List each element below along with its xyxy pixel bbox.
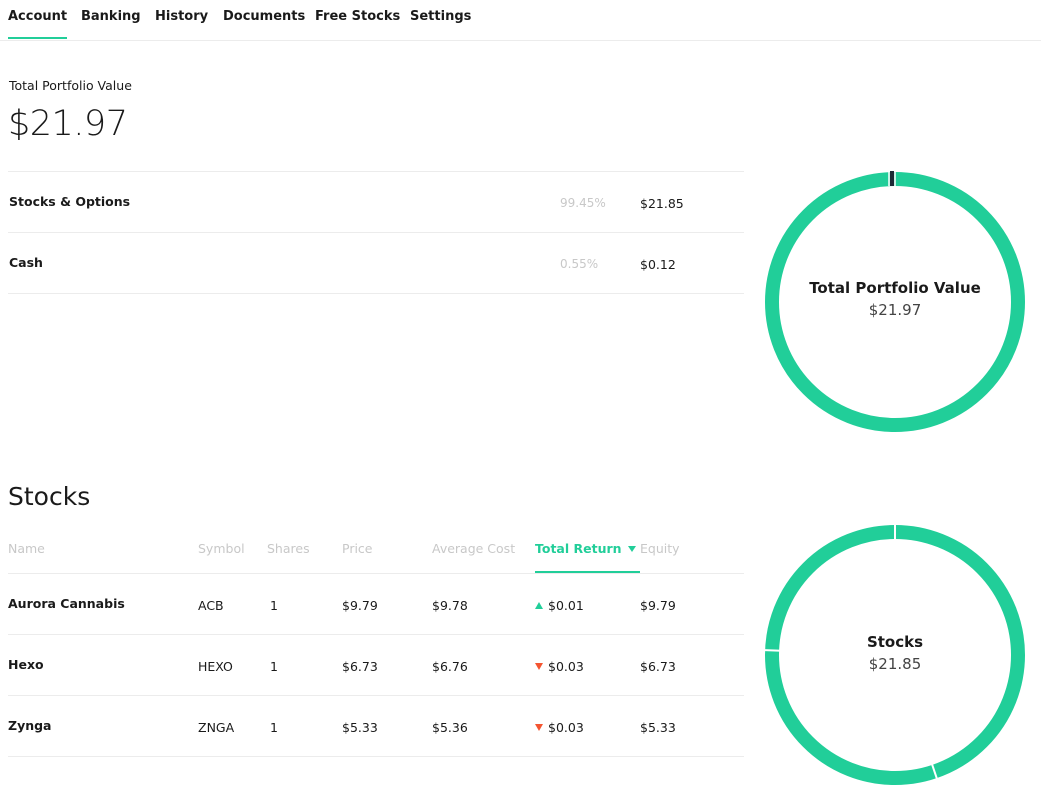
table-row[interactable]: Aurora Cannabis ACB 1 $9.79 $9.78 $0.01 … [8, 573, 744, 634]
column-header-average-cost[interactable]: Average Cost [432, 541, 515, 556]
portfolio-value-label: Total Portfolio Value [9, 78, 132, 93]
stock-equity: $5.33 [640, 720, 676, 735]
allocation-row-stocks[interactable]: Stocks & Options 99.45% $21.85 [8, 171, 744, 232]
column-header-symbol[interactable]: Symbol [198, 541, 245, 556]
column-header-total-return[interactable]: Total Return [535, 541, 636, 556]
tab-documents[interactable]: Documents [223, 9, 305, 39]
column-header-total-return-label: Total Return [535, 541, 622, 556]
column-header-price[interactable]: Price [342, 541, 373, 556]
stock-average-cost: $9.78 [432, 598, 468, 613]
stock-price: $5.33 [342, 720, 378, 735]
loss-arrow-icon [535, 663, 543, 670]
stock-shares: 1 [270, 598, 278, 613]
stock-shares: 1 [270, 659, 278, 674]
top-nav: Account Banking History Documents Free S… [0, 0, 1041, 41]
table-row[interactable]: Zynga ZNGA 1 $5.33 $5.36 $0.03 $5.33 [8, 695, 744, 757]
portfolio-donut-value: $21.97 [868, 301, 922, 319]
allocation-row-cash[interactable]: Cash 0.55% $0.12 [8, 232, 744, 294]
loss-arrow-icon [535, 724, 543, 731]
tab-settings[interactable]: Settings [410, 9, 471, 39]
total-return-value: $0.03 [548, 720, 584, 735]
stock-shares: 1 [270, 720, 278, 735]
stock-price: $6.73 [342, 659, 378, 674]
total-return-value: $0.03 [548, 659, 584, 674]
stock-total-return: $0.03 [535, 720, 584, 735]
portfolio-value: $21.97 [8, 104, 128, 144]
stock-price: $9.79 [342, 598, 378, 613]
sort-descending-icon [627, 546, 636, 552]
stocks-donut-value: $21.85 [868, 655, 922, 673]
allocation-name: Cash [9, 255, 43, 270]
column-header-name[interactable]: Name [8, 541, 45, 556]
stock-name: Hexo [8, 657, 44, 672]
stock-name: Aurora Cannabis [8, 596, 125, 611]
allocation-percent: 99.45% [560, 196, 606, 210]
gain-arrow-icon [535, 602, 543, 609]
column-header-shares[interactable]: Shares [267, 541, 310, 556]
portfolio-donut-title: Total Portfolio Value [809, 279, 981, 297]
tab-free-stocks[interactable]: Free Stocks [315, 9, 400, 39]
stocks-donut-title: Stocks [866, 633, 924, 651]
tab-banking[interactable]: Banking [81, 9, 141, 39]
column-header-equity[interactable]: Equity [640, 541, 680, 556]
account-page: Account Banking History Documents Free S… [0, 0, 1041, 807]
stock-symbol: ZNGA [198, 720, 235, 735]
stock-equity: $9.79 [640, 598, 676, 613]
table-row[interactable]: Hexo HEXO 1 $6.73 $6.76 $0.03 $6.73 [8, 634, 744, 695]
allocation-percent: 0.55% [560, 257, 599, 271]
stock-equity: $6.73 [640, 659, 676, 674]
stock-average-cost: $6.76 [432, 659, 468, 674]
stock-name: Zynga [8, 718, 52, 733]
stock-average-cost: $5.36 [432, 720, 468, 735]
stock-symbol: HEXO [198, 659, 233, 674]
allocation-value: $21.85 [640, 196, 684, 211]
tab-history[interactable]: History [155, 9, 208, 39]
stock-total-return: $0.03 [535, 659, 584, 674]
stock-total-return: $0.01 [535, 598, 584, 613]
stock-symbol: ACB [198, 598, 224, 613]
tab-account[interactable]: Account [8, 9, 68, 39]
total-return-value: $0.01 [548, 598, 584, 613]
allocation-name: Stocks & Options [9, 194, 131, 209]
allocation-value: $0.12 [640, 257, 676, 272]
stocks-heading: Stocks [8, 482, 91, 511]
